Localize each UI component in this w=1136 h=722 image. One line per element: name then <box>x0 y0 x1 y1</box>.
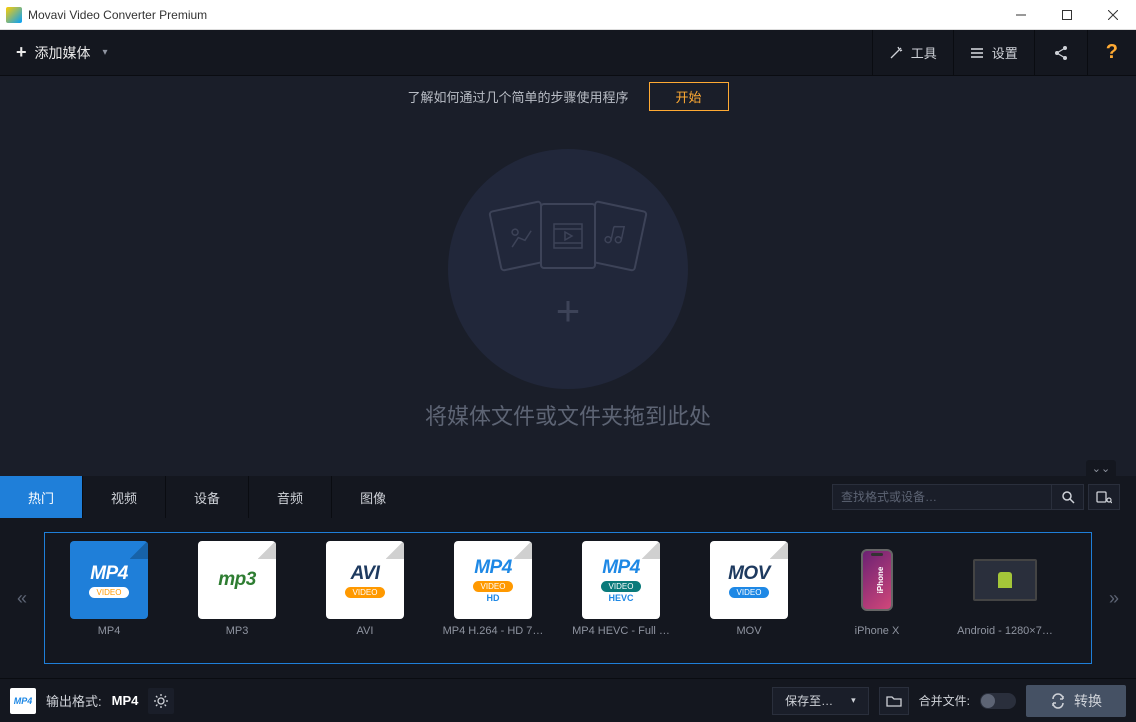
format-tile: MP4VIDEOHEVC <box>582 541 660 619</box>
banner-start-button[interactable]: 开始 <box>649 82 729 111</box>
chevron-left-icon: « <box>17 588 27 609</box>
tab-1[interactable]: 视频 <box>83 476 165 518</box>
tab-2[interactable]: 设备 <box>166 476 248 518</box>
preset-mp4[interactable]: MP4VIDEO MP4 <box>45 541 173 659</box>
output-settings-button[interactable] <box>148 688 174 714</box>
presets-next-button[interactable]: » <box>1092 518 1136 678</box>
chevron-double-down-icon: ⌄⌄ <box>1092 462 1110 475</box>
save-to-button[interactable]: 保存至… ▾ <box>772 687 869 715</box>
tools-label: 工具 <box>911 43 937 62</box>
presets-container: « MP4VIDEO MP4 mp3 MP3 AVIVIDEO AVI MP4VIDEOHD… <box>0 518 1136 678</box>
collapse-handle[interactable]: ⌄⌄ <box>1086 460 1116 476</box>
minimize-button[interactable] <box>998 0 1044 30</box>
titlebar: Movavi Video Converter Premium <box>0 0 1136 30</box>
main-toolbar: + 添加媒体 ▾ 工具 设置 ? <box>0 30 1136 76</box>
plus-icon: + <box>16 42 27 63</box>
save-to-label: 保存至… <box>785 692 833 709</box>
drop-circle: + <box>448 149 688 389</box>
format-tile: mp3 <box>198 541 276 619</box>
output-label: 输出格式: <box>46 691 102 710</box>
preset-label: MP4 HEVC - Full … <box>561 625 681 637</box>
app-icon <box>6 7 22 23</box>
drop-area[interactable]: + 将媒体文件或文件夹拖到此处 <box>0 116 1136 464</box>
tools-button[interactable]: 工具 <box>872 30 953 75</box>
maximize-button[interactable] <box>1044 0 1090 30</box>
output-format-icon: MP4 <box>10 688 36 714</box>
footer: MP4 输出格式: MP4 保存至… ▾ 合并文件: 转换 <box>0 678 1136 722</box>
add-media-button[interactable]: + 添加媒体 ▾ <box>0 30 124 75</box>
presets-list: MP4VIDEOMP4mp3MP3AVIVIDEOAVIMP4VIDEOHDMP… <box>44 532 1092 664</box>
tips-banner: 了解如何通过几个简单的步骤使用程序 开始 <box>0 76 1136 116</box>
browse-folder-button[interactable] <box>879 687 909 715</box>
detect-device-button[interactable] <box>1088 484 1120 510</box>
preset-iphone-x[interactable]: iPhone iPhone X <box>813 541 941 659</box>
output-format-value: MP4 <box>112 693 139 708</box>
search-box <box>832 476 1130 518</box>
share-icon <box>1053 45 1069 61</box>
drop-text: 将媒体文件或文件夹拖到此处 <box>425 399 711 431</box>
android-tablet-icon <box>973 559 1037 601</box>
help-button[interactable]: ? <box>1087 30 1136 75</box>
format-tile: MP4VIDEOHD <box>454 541 532 619</box>
convert-icon <box>1050 693 1066 709</box>
preset-android-1280-7-[interactable]: Android - 1280×7… <box>941 541 1069 659</box>
search-icon <box>1061 490 1075 504</box>
preset-mp3[interactable]: mp3 MP3 <box>173 541 301 659</box>
magic-wand-icon <box>889 46 903 60</box>
preset-mp4-h-264-hd-7-[interactable]: MP4VIDEOHD MP4 H.264 - HD 7… <box>429 541 557 659</box>
preset-label: Android - 1280×7… <box>945 625 1065 637</box>
format-panel: 热门视频设备音频图像 « MP4VIDEOMP4mp3MP3AVIVIDEOAV… <box>0 476 1136 678</box>
search-button[interactable] <box>1052 484 1084 510</box>
settings-button[interactable]: 设置 <box>953 30 1034 75</box>
help-icon: ? <box>1106 41 1118 64</box>
convert-button[interactable]: 转换 <box>1026 685 1126 717</box>
banner-text: 了解如何通过几个简单的步骤使用程序 <box>407 87 628 106</box>
share-button[interactable] <box>1034 30 1087 75</box>
drop-icons <box>494 203 642 269</box>
gear-icon <box>154 694 168 708</box>
preset-label: MOV <box>689 625 809 637</box>
close-button[interactable] <box>1090 0 1136 30</box>
format-tile: MOVVIDEO <box>710 541 788 619</box>
preset-avi[interactable]: AVIVIDEO AVI <box>301 541 429 659</box>
preset-label: MP4 <box>49 625 169 637</box>
tab-3[interactable]: 音频 <box>249 476 331 518</box>
add-media-label: 添加媒体 <box>35 43 91 63</box>
preset-label: MP3 <box>177 625 297 637</box>
tab-0[interactable]: 热门 <box>0 476 82 518</box>
merge-toggle[interactable] <box>980 693 1016 709</box>
chevron-down-icon: ▾ <box>851 695 856 706</box>
preset-mp4-hevc-full-[interactable]: MP4VIDEOHEVC MP4 HEVC - Full … <box>557 541 685 659</box>
folder-icon <box>886 694 902 708</box>
preset-label: iPhone X <box>817 625 937 637</box>
convert-label: 转换 <box>1074 691 1102 711</box>
hamburger-icon <box>970 46 984 60</box>
chevron-right-icon: » <box>1109 588 1119 609</box>
format-tile: AVIVIDEO <box>326 541 404 619</box>
tab-4[interactable]: 图像 <box>332 476 414 518</box>
format-tabs: 热门视频设备音频图像 <box>0 476 414 518</box>
format-tile: MP4VIDEO <box>70 541 148 619</box>
drop-plus-icon: + <box>556 287 581 335</box>
settings-label: 设置 <box>992 43 1018 62</box>
preset-mov[interactable]: MOVVIDEO MOV <box>685 541 813 659</box>
collapse-row: ⌄⌄ <box>0 464 1136 476</box>
tabs-row: 热门视频设备音频图像 <box>0 476 1136 518</box>
preset-label: AVI <box>305 625 425 637</box>
merge-label: 合并文件: <box>919 692 970 709</box>
presets-prev-button[interactable]: « <box>0 518 44 678</box>
chevron-down-icon: ▾ <box>103 47 108 58</box>
video-card-icon <box>540 203 596 269</box>
detect-device-icon <box>1096 490 1112 504</box>
window-title: Movavi Video Converter Premium <box>28 8 998 22</box>
search-input[interactable] <box>832 484 1052 510</box>
preset-label: MP4 H.264 - HD 7… <box>433 625 553 637</box>
toggle-knob <box>981 694 995 708</box>
iphone-icon: iPhone <box>861 549 893 611</box>
